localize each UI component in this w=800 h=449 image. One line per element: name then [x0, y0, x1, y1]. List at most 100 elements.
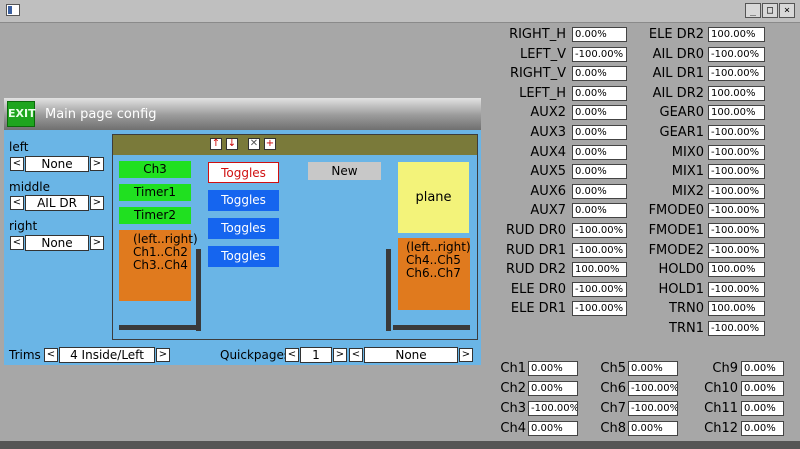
input-ele-dr2-label: ELE DR2	[648, 27, 704, 42]
channel-ch3-value: -100.00%	[528, 401, 578, 416]
new-button[interactable]: New	[308, 162, 381, 180]
input-fmode0-value: -100.00%	[708, 203, 765, 219]
quickpages-page-next-button[interactable]: >	[459, 348, 473, 362]
input-hold1-label: HOLD1	[658, 281, 704, 297]
input-ail-dr1-label: AIL DR1	[652, 66, 704, 82]
channel-ch3-label: Ch3	[500, 401, 526, 416]
toggles-item[interactable]: Toggles	[208, 218, 279, 239]
middle-select-value: AIL DR	[37, 196, 77, 210]
input-fmode2-label: FMODE2	[648, 242, 704, 258]
input-trn0-value: 100.00%	[708, 301, 765, 317]
delete-icon[interactable]: ✕	[248, 138, 260, 150]
right-next-button[interactable]: >	[90, 236, 104, 250]
input-mix1-label: MIX1	[671, 164, 704, 180]
trims-select[interactable]: 4 Inside/Left	[59, 347, 155, 363]
input-mix2-value: -100.00%	[708, 183, 765, 199]
right-stick-box[interactable]: (left..right) Ch4..Ch5 Ch6..Ch7	[398, 238, 471, 310]
input-ail-dr1-value: -100.00%	[708, 66, 765, 82]
channel-ch5-value: 0.00%	[628, 361, 678, 376]
close-button[interactable]: ×	[779, 3, 795, 18]
input-trn0-label: TRN0	[669, 301, 704, 317]
taskbar-strip	[0, 441, 800, 449]
channel-ch8-value: 0.00%	[628, 421, 678, 436]
widget-ch3[interactable]: Ch3	[119, 161, 191, 178]
channel-ch1-label: Ch1	[500, 361, 526, 376]
page-title: Main page config	[45, 107, 157, 122]
model-name-box[interactable]: plane	[398, 162, 469, 233]
left-horizontal-trim	[119, 325, 196, 330]
right-label: right	[9, 219, 38, 233]
title-bar	[0, 0, 800, 23]
move-down-icon[interactable]: ↓	[226, 138, 238, 150]
trims-label: Trims	[9, 348, 41, 362]
channel-ch6-value: -100.00%	[628, 381, 678, 396]
input-aux5-label: AUX5	[530, 164, 566, 180]
input-fmode2-value: -100.00%	[708, 242, 765, 258]
middle-prev-button[interactable]: <	[10, 196, 24, 210]
input-fmode0-label: FMODE0	[648, 203, 704, 219]
channel-ch12-value: 0.00%	[741, 421, 784, 436]
maximize-button[interactable]: □	[762, 3, 778, 18]
input-aux6-label: AUX6	[530, 183, 566, 199]
exit-button[interactable]: EXIT	[7, 101, 36, 127]
quickpages-next-button[interactable]: >	[333, 348, 347, 362]
toggles-selected[interactable]: Toggles	[208, 162, 279, 183]
input-ail-dr0-label: AIL DR0	[652, 46, 704, 62]
input-fmode1-label: FMODE1	[648, 223, 704, 238]
input-aux2-label: AUX2	[530, 105, 566, 121]
minimize-button[interactable]: _	[745, 3, 761, 18]
quickpages-label: Quickpages	[220, 348, 291, 362]
channel-ch9-value: 0.00%	[741, 361, 784, 376]
left-vertical-trim	[196, 249, 201, 331]
input-ele-dr0-label: ELE DR0	[510, 281, 566, 297]
quickpages-page-prev-button[interactable]: <	[349, 348, 363, 362]
input-right_v-label: RIGHT_V	[509, 66, 566, 82]
channel-ch10-value: 0.00%	[741, 381, 784, 396]
middle-select[interactable]: AIL DR	[25, 195, 89, 211]
channel-ch8-label: Ch8	[600, 421, 626, 436]
input-ele-dr2-value: 100.00%	[708, 27, 765, 42]
input-gear0-label: GEAR0	[659, 105, 704, 121]
input-fmode1-value: -100.00%	[708, 223, 765, 238]
input-aux7-label: AUX7	[530, 203, 566, 219]
add-icon[interactable]: +	[264, 138, 276, 150]
left-select[interactable]: None	[25, 156, 89, 172]
channel-ch2-value: 0.00%	[528, 381, 578, 396]
app-icon	[6, 4, 20, 16]
input-rud-dr0-label: RUD DR0	[505, 223, 566, 238]
input-ail-dr2-value: 100.00%	[708, 85, 765, 101]
input-aux4-label: AUX4	[530, 144, 566, 160]
middle-next-button[interactable]: >	[90, 196, 104, 210]
channel-ch9-label: Ch9	[712, 361, 738, 376]
input-mix0-label: MIX0	[671, 144, 704, 160]
channel-ch1-value: 0.00%	[528, 361, 578, 376]
left-stick-line-3: Ch3..Ch4	[133, 258, 188, 272]
left-prev-button[interactable]: <	[10, 157, 24, 171]
input-trn1-value: -100.00%	[708, 321, 765, 336]
trims-select-value: 4 Inside/Left	[70, 348, 144, 362]
toggles-item[interactable]: Toggles	[208, 190, 279, 211]
quickpages-number-value: 1	[312, 348, 320, 362]
quickpages-page-select[interactable]: None	[364, 347, 458, 363]
quickpages-prev-button[interactable]: <	[285, 348, 299, 362]
toggles-item[interactable]: Toggles	[208, 246, 279, 267]
channel-ch4-value: 0.00%	[528, 421, 578, 436]
right-select[interactable]: None	[25, 235, 89, 251]
channel-ch4-label: Ch4	[500, 421, 526, 436]
input-hold1-value: -100.00%	[708, 281, 765, 297]
input-ele-dr1-label: ELE DR1	[510, 301, 566, 317]
left-next-button[interactable]: >	[90, 157, 104, 171]
move-up-icon[interactable]: ↑	[210, 138, 222, 150]
widget-timer2[interactable]: Timer2	[119, 207, 191, 224]
channel-ch2-label: Ch2	[500, 381, 526, 396]
right-vertical-trim	[386, 249, 391, 331]
right-prev-button[interactable]: <	[10, 236, 24, 250]
widget-timer1[interactable]: Timer1	[119, 184, 191, 201]
trims-next-button[interactable]: >	[156, 348, 170, 362]
left-stick-box[interactable]: (left..right) Ch1..Ch2 Ch3..Ch4	[119, 230, 198, 301]
quickpages-page-value: None	[395, 348, 427, 362]
trims-prev-button[interactable]: <	[44, 348, 58, 362]
channel-ch12-label: Ch12	[704, 421, 738, 436]
quickpages-number[interactable]: 1	[300, 347, 332, 363]
input-hold0-value: 100.00%	[708, 262, 765, 278]
